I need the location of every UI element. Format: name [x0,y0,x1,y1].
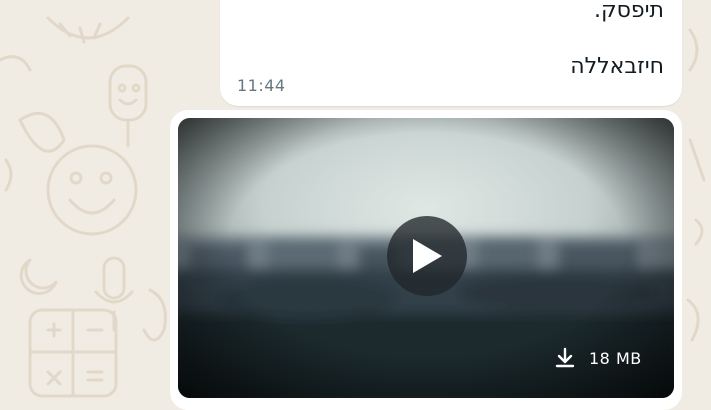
download-icon [553,346,577,370]
play-button[interactable] [387,216,467,296]
play-icon [410,237,444,275]
file-size-label: 18 MB [589,349,642,368]
message-text-line: תיפסק. [594,0,664,23]
message-text-line: חיזבאללה [570,54,664,79]
video-message-bubble[interactable]: 18 MB [170,110,682,410]
video-thumbnail[interactable]: 18 MB [178,118,674,398]
message-timestamp: 11:44 [237,76,286,95]
download-button[interactable]: 18 MB [543,340,656,376]
message-bubble[interactable]: תיפסק. חיזבאללה 11:44 [220,0,682,106]
